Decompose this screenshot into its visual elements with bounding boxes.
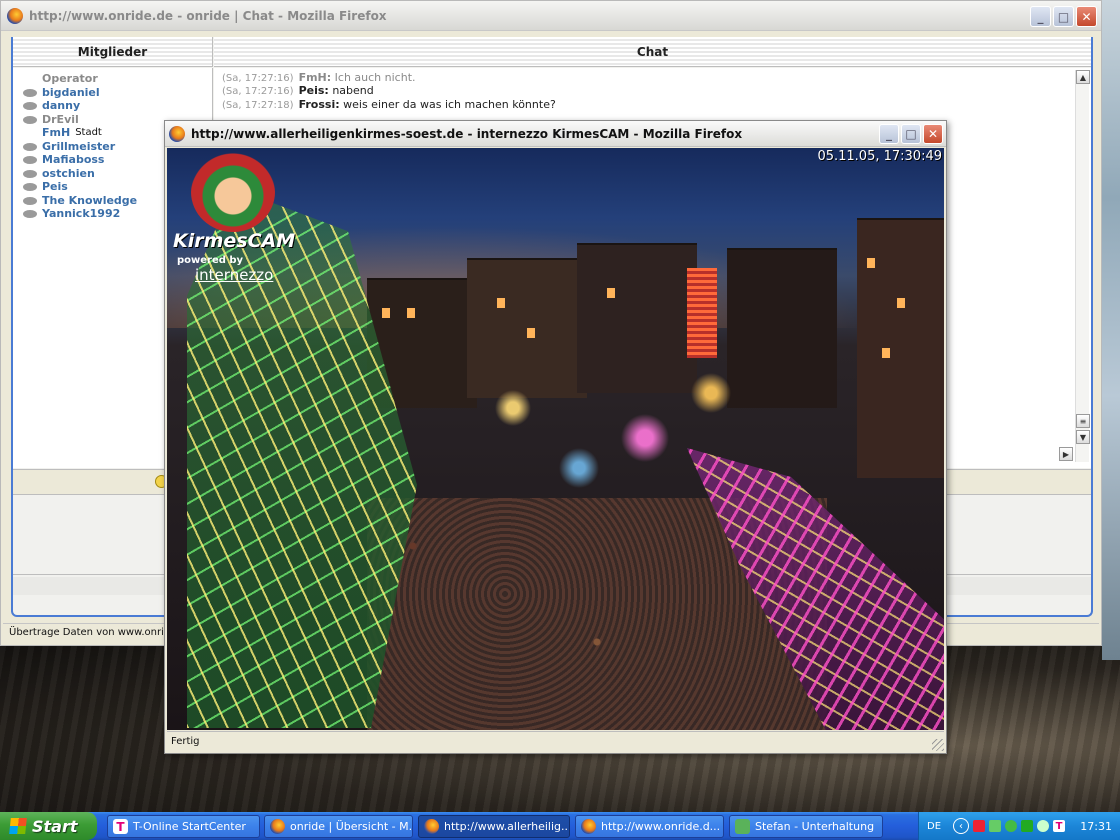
firefox-icon <box>7 7 23 24</box>
taskbar-button[interactable]: onride | Übersicht - M... <box>264 815 413 838</box>
title-bar[interactable]: http://www.onride.de - onride | Chat - M… <box>1 1 1101 31</box>
member-item[interactable]: Yannick1992 <box>23 207 120 220</box>
chat-message: (Sa, 17:27:16) FmH: Ich auch nicht. <box>222 71 416 84</box>
member-item[interactable]: The Knowledge <box>23 194 137 207</box>
kirmescam-logo: KirmesCAM powered by internezzo <box>169 150 295 290</box>
cam-timestamp: 05.11.05, 17:30:49 <box>817 149 942 164</box>
member-item[interactable]: bigdaniel <box>23 86 100 99</box>
firefox-icon <box>270 819 285 834</box>
taskbar-button[interactable]: T T-Online StartCenter <box>107 815 260 838</box>
chat-scrollbar[interactable]: ▲ ≡ ▼ <box>1075 70 1090 462</box>
member-item[interactable]: Peis <box>23 180 68 193</box>
firefox-icon <box>424 819 439 834</box>
maximize-button[interactable]: □ <box>901 124 921 144</box>
chat-bubble-icon <box>23 101 37 110</box>
messenger-icon <box>735 819 750 834</box>
taskbar-button[interactable]: http://www.onride.d... <box>575 815 724 838</box>
member-item[interactable]: DrEvil <box>23 113 79 126</box>
chat-message: (Sa, 17:27:16) Peis: nabend <box>222 84 374 97</box>
popup-title-bar[interactable]: http://www.allerheiligenkirmes-soest.de … <box>165 121 946 147</box>
chat-bubble-icon <box>23 182 37 191</box>
member-item[interactable]: danny <box>23 99 80 112</box>
tower-ride <box>687 268 717 358</box>
member-item[interactable]: ostchien <box>23 167 95 180</box>
scroll-right-button[interactable]: ▶ <box>1059 447 1073 461</box>
tray-icon[interactable] <box>1021 820 1033 832</box>
t-online-icon: T <box>113 819 128 834</box>
firefox-icon <box>169 125 185 142</box>
tray-icon[interactable] <box>1005 820 1017 832</box>
maximize-button[interactable]: □ <box>1053 6 1074 27</box>
minimize-button[interactable]: _ <box>1030 6 1051 27</box>
tray-expand-icon[interactable]: ‹ <box>953 818 969 834</box>
taskbar: Start T T-Online StartCenter onride | Üb… <box>0 812 1120 840</box>
member-item[interactable]: Operator <box>23 72 98 85</box>
start-button[interactable]: Start <box>0 812 97 840</box>
close-button[interactable]: ✕ <box>1076 6 1097 27</box>
clock[interactable]: 17:31 <box>1080 820 1112 833</box>
kirmescam-popup-window: http://www.allerheiligenkirmes-soest.de … <box>164 120 947 754</box>
language-indicator[interactable]: DE <box>927 821 945 832</box>
popup-window-title: http://www.allerheiligenkirmes-soest.de … <box>191 126 743 141</box>
close-button[interactable]: ✕ <box>923 124 943 144</box>
system-tray: DE ‹ T 17:31 <box>918 812 1120 840</box>
chat-bubble-icon <box>23 142 37 151</box>
chat-header: Chat <box>214 37 1091 67</box>
tray-icon[interactable] <box>989 820 1001 832</box>
chat-bubble-icon <box>23 115 37 124</box>
taskbar-button[interactable]: Stefan - Unterhaltung <box>729 815 883 838</box>
tray-icon[interactable] <box>973 820 985 832</box>
window-title: http://www.onride.de - onride | Chat - M… <box>29 8 387 23</box>
taskbar-button-active[interactable]: http://www.allerheilig... <box>418 815 570 838</box>
windows-logo-icon <box>9 818 27 834</box>
jester-icon <box>191 152 275 232</box>
member-item[interactable]: FmH Stadt <box>23 126 102 139</box>
member-item[interactable]: Grillmeister <box>23 140 115 153</box>
scroll-up-button[interactable]: ▲ <box>1076 70 1090 84</box>
resize-grip[interactable] <box>932 739 944 751</box>
webcam-image: KirmesCAM powered by internezzo 05.11.05… <box>167 148 944 730</box>
t-online-icon[interactable]: T <box>1053 820 1065 832</box>
scroll-thumb[interactable]: ≡ <box>1076 414 1090 428</box>
tray-icon[interactable] <box>1037 820 1049 832</box>
chat-message: (Sa, 17:27:18) Frossi: weis einer da was … <box>222 98 556 111</box>
chat-bubble-icon <box>23 169 37 178</box>
desktop-wallpaper-edge <box>1102 0 1120 660</box>
chat-bubble-icon <box>23 88 37 97</box>
chat-bubble-icon <box>23 196 37 205</box>
members-header: Mitglieder <box>13 37 213 67</box>
chat-bubble-icon <box>23 155 37 164</box>
minimize-button[interactable]: _ <box>879 124 899 144</box>
chat-bubble-icon <box>23 209 37 218</box>
popup-status-bar: Fertig <box>167 731 944 751</box>
member-item[interactable]: Mafiaboss <box>23 153 104 166</box>
firefox-icon <box>581 819 596 834</box>
scroll-down-button[interactable]: ▼ <box>1076 430 1090 444</box>
